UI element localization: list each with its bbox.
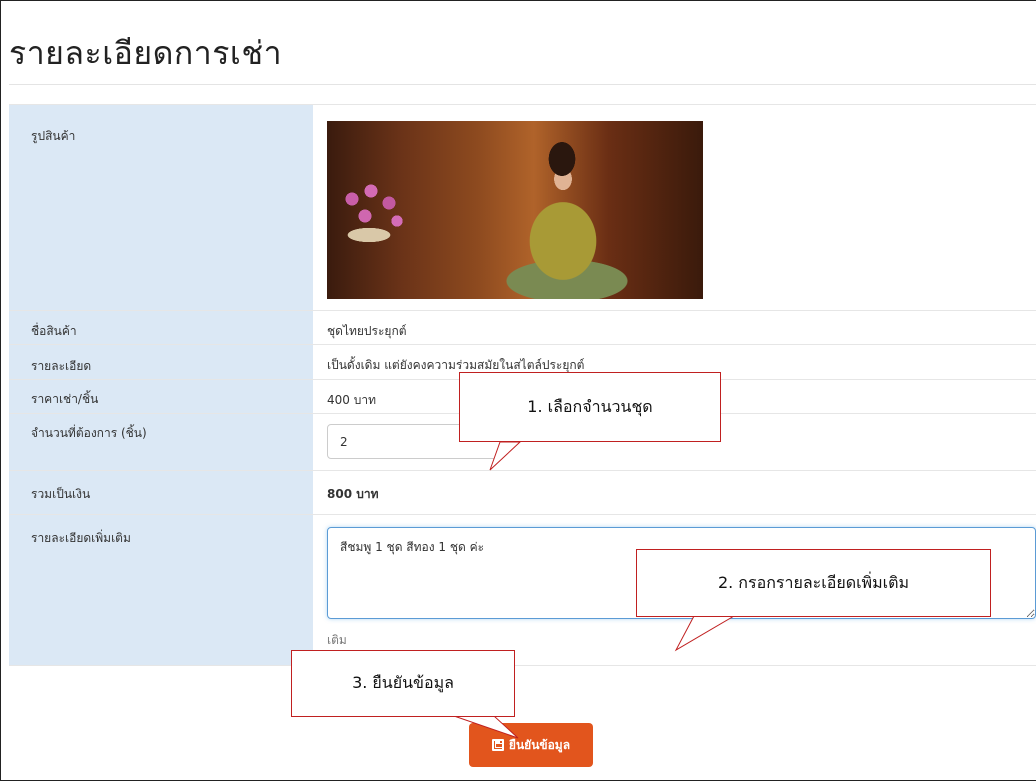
detail-row-total: รวมเป็นเงิน 800 บาท xyxy=(9,470,1036,514)
price-label-text: ราคาเช่า/ชิ้น xyxy=(31,392,99,406)
detail-value: 400 บาท xyxy=(327,391,376,410)
quantity-label-text: จำนวนที่ต้องการ (ชิ้น) xyxy=(31,426,147,440)
callout-select-quantity: 1. เลือกจำนวนชุด xyxy=(459,372,721,442)
notes-help-text: เติม xyxy=(327,633,347,647)
detail-label: จำนวนที่ต้องการ (ชิ้น) xyxy=(9,414,313,470)
detail-value: ชุดไทยประยุกต์ xyxy=(327,322,407,341)
callout-enter-notes-text: 2. กรอกรายละเอียดเพิ่มเติม xyxy=(717,572,910,592)
table-bottom-rule xyxy=(9,665,1036,666)
callout-tail-confirm xyxy=(453,715,519,739)
description-label-text: รายละเอียด xyxy=(31,359,92,373)
product-image xyxy=(327,121,703,299)
detail-label: รวมเป็นเงิน xyxy=(9,471,313,514)
callout-confirm-data: 3. ยืนยันข้อมูล xyxy=(291,650,515,717)
total-value: 800 บาท xyxy=(327,487,379,501)
image-label-text: รูปสินค้า xyxy=(31,129,76,143)
callout-select-quantity-text: 1. เลือกจำนวนชุด xyxy=(527,396,653,416)
name-label-text: ชื่อสินค้า xyxy=(31,324,77,338)
callout-tail-notes xyxy=(674,615,736,652)
detail-row-image: รูปสินค้า xyxy=(9,104,1036,310)
detail-label: รูปสินค้า xyxy=(9,105,313,310)
total-label-text: รวมเป็นเงิน xyxy=(31,487,91,501)
product-name: ชุดไทยประยุกต์ xyxy=(327,324,407,338)
notes-label-text: รายละเอียดเพิ่มเติม xyxy=(31,531,131,545)
page-title: รายละเอียดการเช่า xyxy=(9,34,283,72)
detail-label: ชื่อสินค้า xyxy=(9,311,313,344)
title-divider xyxy=(9,84,1036,85)
detail-label: รายละเอียดเพิ่มเติม xyxy=(9,515,313,665)
detail-row-name: ชื่อสินค้า ชุดไทยประยุกต์ xyxy=(9,310,1036,344)
detail-label: รายละเอียด xyxy=(9,345,313,379)
detail-value: 800 บาท xyxy=(327,485,379,504)
price-value: 400 บาท xyxy=(327,393,376,407)
detail-label: ราคาเช่า/ชิ้น xyxy=(9,380,313,413)
callout-enter-notes: 2. กรอกรายละเอียดเพิ่มเติม xyxy=(636,549,991,617)
callout-tail-quantity xyxy=(489,441,522,471)
callout-confirm-data-text: 3. ยืนยันข้อมูล xyxy=(352,673,454,692)
